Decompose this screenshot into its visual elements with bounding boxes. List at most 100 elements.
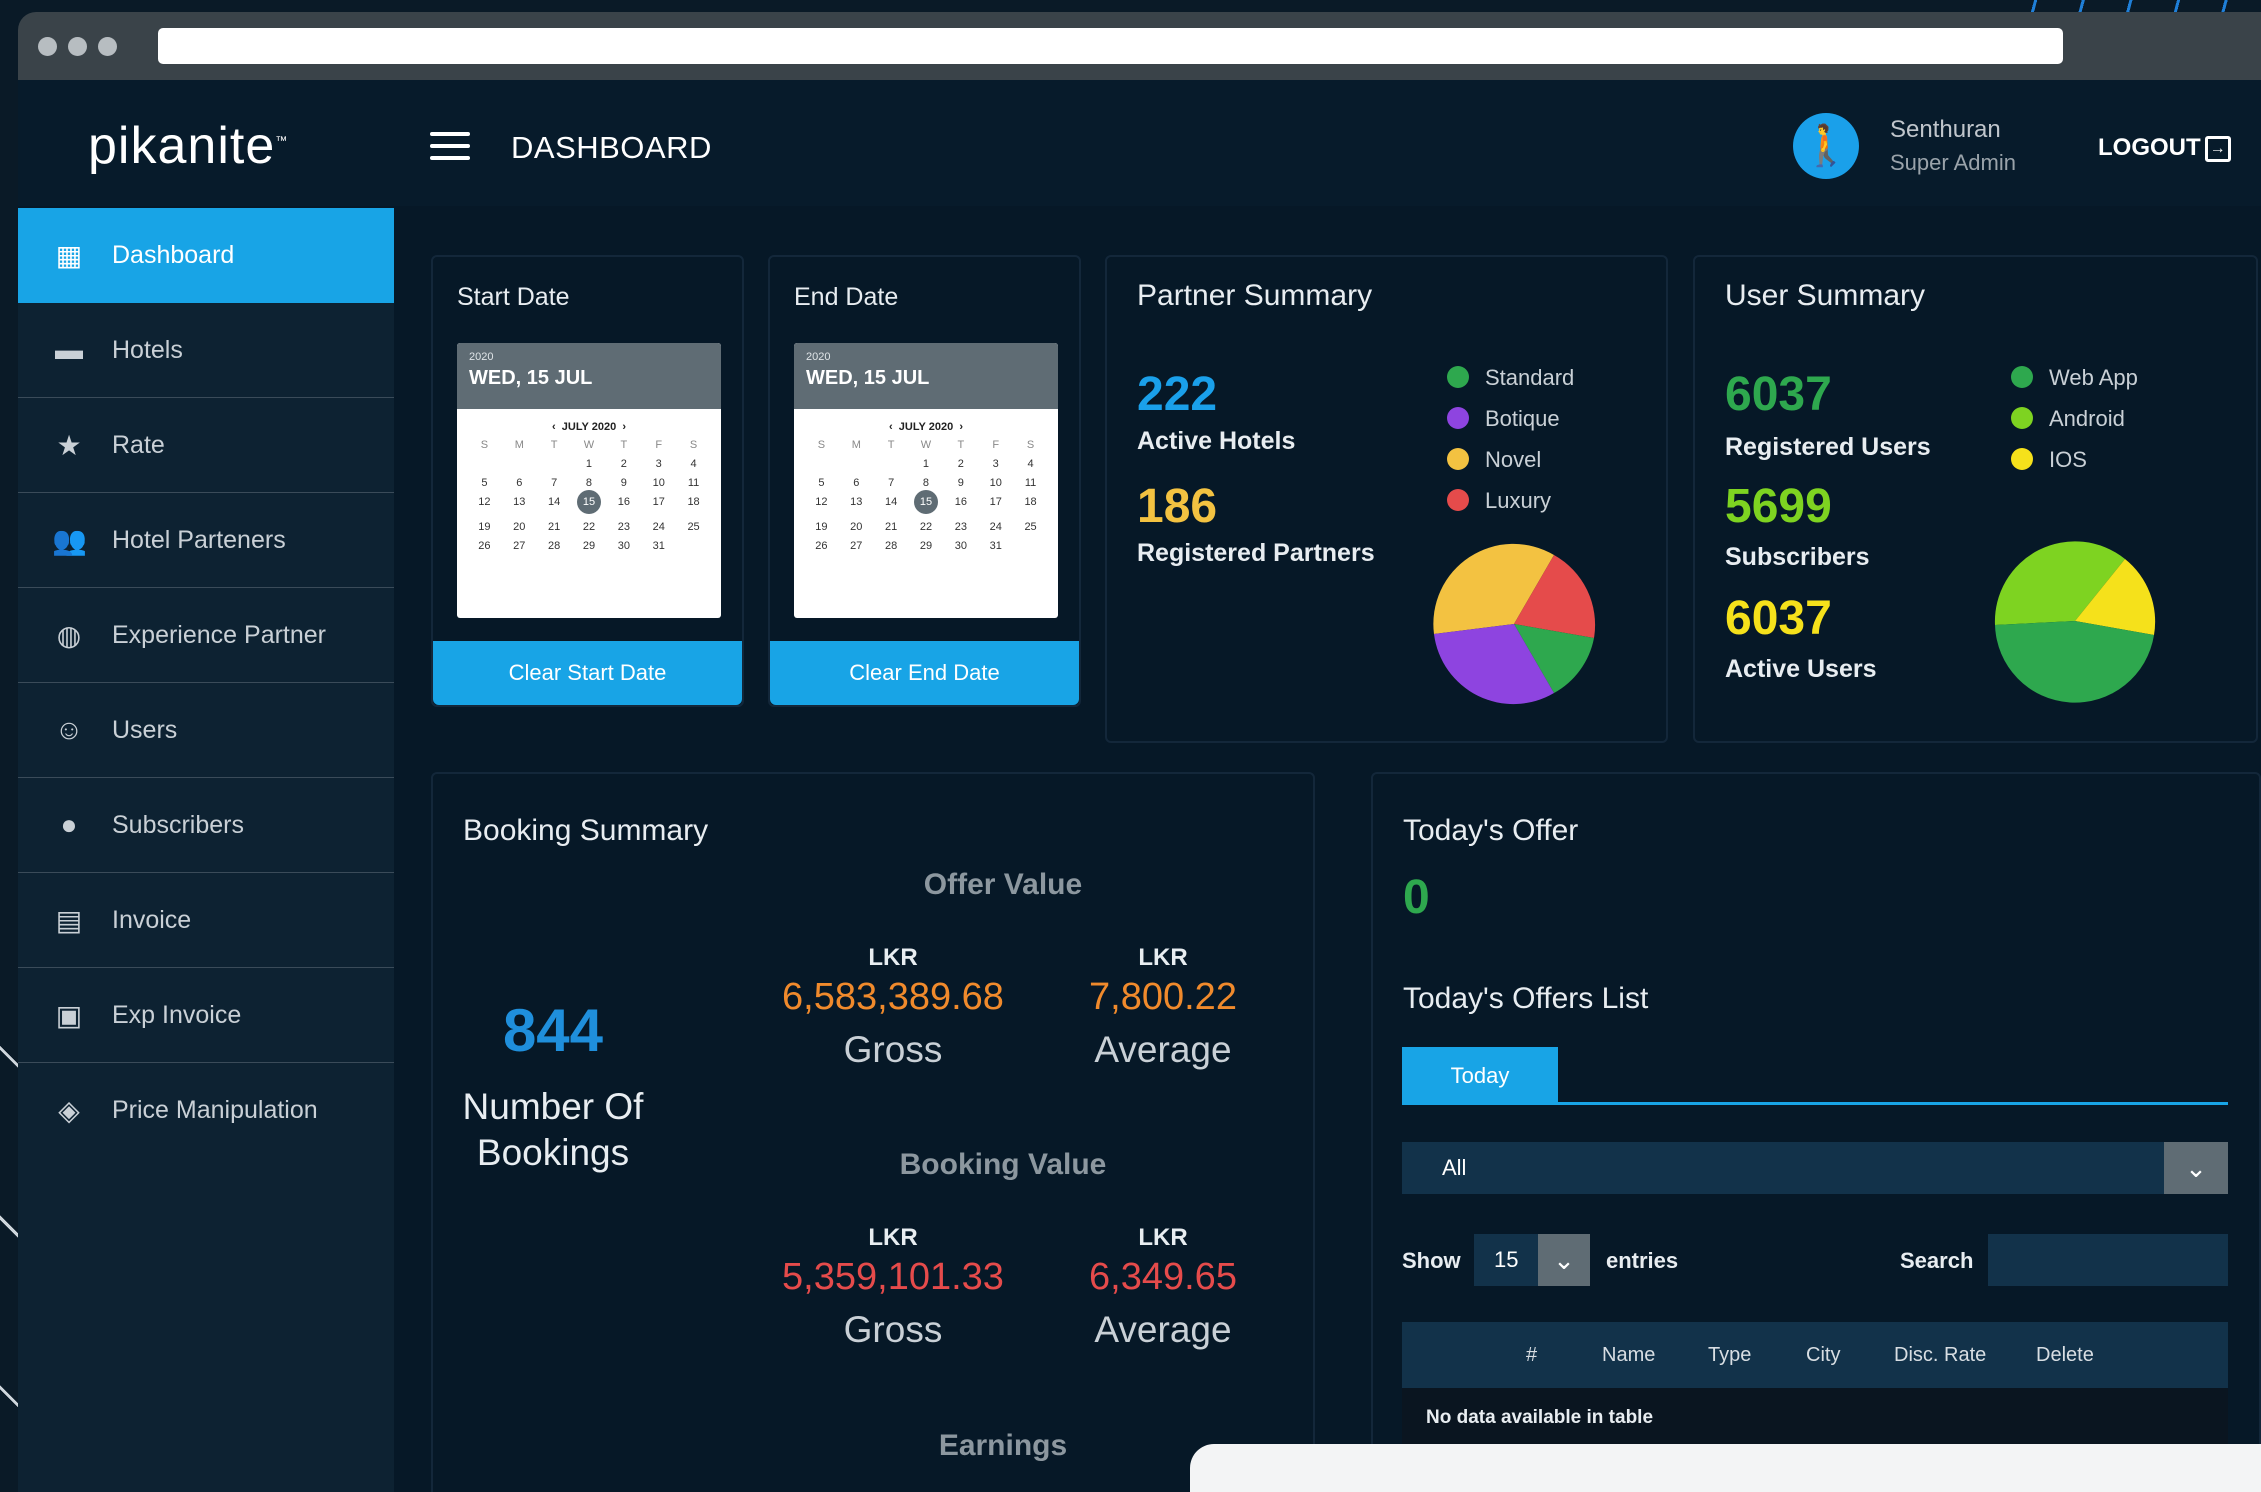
calendar-day[interactable]: 11 bbox=[1013, 477, 1048, 489]
calendar-day[interactable]: 29 bbox=[572, 540, 607, 552]
calendar-day[interactable]: 8 bbox=[909, 477, 944, 489]
calendar-day[interactable]: 16 bbox=[943, 496, 978, 514]
calendar-day[interactable]: 1 bbox=[572, 458, 607, 470]
window-dot-icon[interactable] bbox=[68, 37, 87, 56]
calendar-year[interactable]: 2020 bbox=[469, 351, 709, 363]
column-header[interactable]: City bbox=[1806, 1344, 1840, 1367]
calendar-day[interactable]: 30 bbox=[606, 540, 641, 552]
calendar-day[interactable]: 10 bbox=[978, 477, 1013, 489]
calendar-day[interactable]: 31 bbox=[978, 540, 1013, 552]
calendar-day[interactable]: 5 bbox=[467, 477, 502, 489]
calendar-day[interactable]: 18 bbox=[1013, 496, 1048, 514]
calendar-day[interactable]: 4 bbox=[676, 458, 711, 470]
end-date-calendar[interactable]: 2020 WED, 15 JUL ‹ JULY 2020 › SMTWTFS12… bbox=[794, 343, 1058, 618]
calendar-day[interactable]: 9 bbox=[606, 477, 641, 489]
calendar-day[interactable]: 15 bbox=[576, 490, 601, 514]
calendar-day[interactable]: 12 bbox=[804, 496, 839, 514]
calendar-day[interactable]: 11 bbox=[676, 477, 711, 489]
calendar-day[interactable]: 13 bbox=[839, 496, 874, 514]
chevron-left-icon[interactable]: ‹ bbox=[889, 421, 893, 433]
column-header[interactable]: # bbox=[1526, 1344, 1537, 1367]
calendar-day[interactable]: 17 bbox=[641, 496, 676, 514]
app-logo[interactable]: pikanite™ bbox=[88, 116, 288, 176]
sidebar-item-hotels[interactable]: ▬ Hotels bbox=[18, 303, 394, 398]
calendar-day[interactable]: 8 bbox=[572, 477, 607, 489]
calendar-day[interactable]: 17 bbox=[978, 496, 1013, 514]
calendar-day[interactable]: 22 bbox=[572, 521, 607, 533]
calendar-day[interactable]: 15 bbox=[913, 490, 938, 514]
column-header[interactable]: Type bbox=[1708, 1344, 1751, 1367]
clear-end-date-button[interactable]: Clear End Date bbox=[770, 641, 1079, 705]
calendar-day[interactable]: 1 bbox=[909, 458, 944, 470]
clear-start-date-button[interactable]: Clear Start Date bbox=[433, 641, 742, 705]
offer-filter-select[interactable]: All ⌄ bbox=[1402, 1142, 2228, 1194]
calendar-day[interactable]: 30 bbox=[943, 540, 978, 552]
calendar-day[interactable]: 18 bbox=[676, 496, 711, 514]
calendar-day[interactable]: 6 bbox=[839, 477, 874, 489]
chevron-left-icon[interactable]: ‹ bbox=[552, 421, 556, 433]
sidebar-item-invoice[interactable]: ▤ Invoice bbox=[18, 873, 394, 968]
logout-button[interactable]: LOGOUT → bbox=[2098, 134, 2231, 162]
sidebar-item-rate[interactable]: ★ Rate bbox=[18, 398, 394, 493]
calendar-day[interactable]: 26 bbox=[467, 540, 502, 552]
chevron-down-icon[interactable]: ⌄ bbox=[1538, 1234, 1590, 1286]
user-pie-chart[interactable] bbox=[1993, 539, 2157, 703]
calendar-day[interactable]: 4 bbox=[1013, 458, 1048, 470]
calendar-day[interactable]: 19 bbox=[804, 521, 839, 533]
partner-pie-chart[interactable] bbox=[1432, 542, 1596, 706]
tab-today[interactable]: Today bbox=[1402, 1047, 1558, 1105]
calendar-day[interactable]: 16 bbox=[606, 496, 641, 514]
chevron-right-icon[interactable]: › bbox=[622, 421, 626, 433]
calendar-day[interactable]: 27 bbox=[502, 540, 537, 552]
address-bar[interactable] bbox=[158, 28, 2063, 64]
window-dot-icon[interactable] bbox=[98, 37, 117, 56]
calendar-day[interactable]: 31 bbox=[641, 540, 676, 552]
hamburger-menu-icon[interactable] bbox=[430, 132, 470, 160]
calendar-day[interactable]: 20 bbox=[839, 521, 874, 533]
start-date-calendar[interactable]: 2020 WED, 15 JUL ‹ JULY 2020 › SMTWTFS12… bbox=[457, 343, 721, 618]
sidebar-item-hotel-parteners[interactable]: 👥 Hotel Parteners bbox=[18, 493, 394, 588]
calendar-day[interactable]: 2 bbox=[943, 458, 978, 470]
calendar-day[interactable]: 12 bbox=[467, 496, 502, 514]
calendar-day[interactable]: 29 bbox=[909, 540, 944, 552]
column-header[interactable]: Name bbox=[1602, 1344, 1655, 1367]
chevron-right-icon[interactable]: › bbox=[959, 421, 963, 433]
calendar-day[interactable]: 28 bbox=[874, 540, 909, 552]
calendar-day[interactable]: 10 bbox=[641, 477, 676, 489]
column-header[interactable]: Disc. Rate bbox=[1894, 1344, 1986, 1367]
column-header[interactable]: Delete bbox=[2036, 1344, 2094, 1367]
calendar-day[interactable]: 24 bbox=[978, 521, 1013, 533]
sidebar-item-users[interactable]: ☺ Users bbox=[18, 683, 394, 778]
calendar-day[interactable]: 3 bbox=[641, 458, 676, 470]
calendar-day[interactable]: 7 bbox=[537, 477, 572, 489]
sidebar-item-exp-invoice[interactable]: ▣ Exp Invoice bbox=[18, 968, 394, 1063]
calendar-day[interactable]: 22 bbox=[909, 521, 944, 533]
calendar-day[interactable]: 23 bbox=[943, 521, 978, 533]
calendar-day[interactable]: 13 bbox=[502, 496, 537, 514]
calendar-day[interactable]: 26 bbox=[804, 540, 839, 552]
calendar-day[interactable]: 6 bbox=[502, 477, 537, 489]
chevron-down-icon[interactable]: ⌄ bbox=[2164, 1142, 2228, 1194]
sidebar-item-experience-partner[interactable]: ◍ Experience Partner bbox=[18, 588, 394, 683]
sidebar-item-subscribers[interactable]: ● Subscribers bbox=[18, 778, 394, 873]
calendar-day[interactable]: 20 bbox=[502, 521, 537, 533]
search-input[interactable] bbox=[1988, 1234, 2228, 1286]
calendar-day[interactable]: 21 bbox=[537, 521, 572, 533]
calendar-day[interactable]: 2 bbox=[606, 458, 641, 470]
calendar-day[interactable]: 3 bbox=[978, 458, 1013, 470]
avatar[interactable]: 🚶 bbox=[1793, 113, 1859, 179]
calendar-day[interactable]: 14 bbox=[874, 496, 909, 514]
calendar-day[interactable]: 9 bbox=[943, 477, 978, 489]
calendar-day[interactable]: 27 bbox=[839, 540, 874, 552]
sidebar-item-dashboard[interactable]: ▦ Dashboard bbox=[18, 208, 394, 303]
calendar-day[interactable]: 25 bbox=[1013, 521, 1048, 533]
sidebar-item-price-manipulation[interactable]: ◈ Price Manipulation bbox=[18, 1063, 394, 1158]
window-dot-icon[interactable] bbox=[38, 37, 57, 56]
calendar-day[interactable]: 23 bbox=[606, 521, 641, 533]
calendar-day[interactable]: 5 bbox=[804, 477, 839, 489]
calendar-day[interactable]: 7 bbox=[874, 477, 909, 489]
calendar-day[interactable]: 14 bbox=[537, 496, 572, 514]
calendar-day[interactable]: 24 bbox=[641, 521, 676, 533]
calendar-day[interactable]: 19 bbox=[467, 521, 502, 533]
calendar-day[interactable]: 21 bbox=[874, 521, 909, 533]
